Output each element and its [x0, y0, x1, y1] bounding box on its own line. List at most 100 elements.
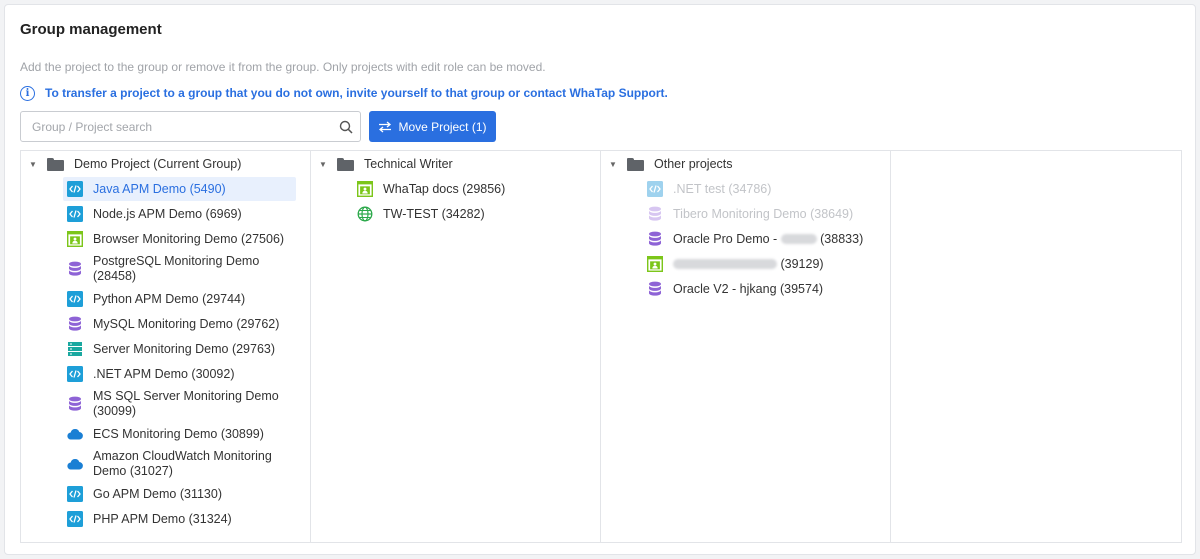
- caret-down-icon[interactable]: ▼: [25, 160, 41, 169]
- project-label: PostgreSQL Monitoring Demo (28458): [93, 254, 292, 284]
- apm-code-icon: [67, 206, 83, 222]
- project-item: Tibero Monitoring Demo (38649): [643, 202, 876, 226]
- info-text: To transfer a project to a group that yo…: [45, 86, 668, 100]
- group-header[interactable]: ▼ Other projects: [601, 151, 890, 177]
- project-name: Go APM Demo (31130): [93, 486, 222, 501]
- project-label: ECS Monitoring Demo (30899): [93, 427, 292, 442]
- project-name: PHP APM Demo (31324): [93, 511, 232, 526]
- project-name: Oracle V2 - hjkang (39574): [673, 281, 824, 296]
- project-label: Oracle V2 - hjkang (39574): [673, 282, 872, 297]
- project-label: MySQL Monitoring Demo (29762): [93, 317, 292, 332]
- project-name: .NET test (34786): [673, 181, 772, 196]
- browser-monitoring-icon: [647, 256, 663, 272]
- apm-code-icon: [67, 366, 83, 382]
- project-name: .NET APM Demo (30092): [93, 366, 235, 381]
- redacted-text: [780, 234, 817, 245]
- project-name: ECS Monitoring Demo (30899): [93, 426, 264, 441]
- project-name: Tibero Monitoring Demo (38649): [673, 206, 854, 221]
- project-name: Oracle Pro Demo -: [673, 231, 781, 246]
- database-icon: [647, 231, 663, 247]
- project-item[interactable]: Oracle Pro Demo - (38833): [643, 227, 876, 251]
- project-label: (39129): [673, 257, 872, 272]
- project-id: (39129): [777, 256, 824, 271]
- caret-down-icon[interactable]: ▼: [605, 160, 621, 169]
- project-item[interactable]: PHP APM Demo (31324): [63, 507, 296, 531]
- group-header[interactable]: ▼ Demo Project (Current Group): [21, 151, 310, 177]
- database-icon: [647, 281, 663, 297]
- server-icon: [67, 341, 83, 357]
- project-label: WhaTap docs (29856): [383, 182, 582, 197]
- info-notice: i To transfer a project to a group that …: [20, 85, 668, 101]
- swap-icon: [379, 121, 392, 132]
- cloud-icon: [67, 426, 83, 442]
- project-name: Java APM Demo (5490): [93, 181, 226, 196]
- globe-icon: [357, 206, 373, 222]
- page-description: Add the project to the group or remove i…: [20, 60, 546, 74]
- project-label: Node.js APM Demo (6969): [93, 207, 292, 222]
- project-item[interactable]: (39129): [643, 252, 876, 276]
- project-label: .NET APM Demo (30092): [93, 367, 292, 382]
- info-icon: i: [20, 85, 35, 101]
- project-item[interactable]: Amazon CloudWatch Monitoring Demo (31027…: [63, 447, 296, 481]
- folder-icon: [627, 157, 644, 171]
- search-icon[interactable]: [332, 120, 360, 134]
- group-column: ▼ Demo Project (Current Group) Java APM De…: [21, 151, 311, 542]
- project-name: Amazon CloudWatch Monitoring Demo (31027…: [93, 449, 272, 478]
- project-label: PHP APM Demo (31324): [93, 512, 292, 527]
- project-item[interactable]: WhaTap docs (29856): [353, 177, 586, 201]
- empty-column: [891, 151, 1181, 542]
- project-item[interactable]: PostgreSQL Monitoring Demo (28458): [63, 252, 296, 286]
- project-item[interactable]: Server Monitoring Demo (29763): [63, 337, 296, 361]
- search-box: [20, 111, 361, 142]
- group-name: Demo Project (Current Group): [74, 157, 242, 171]
- database-icon: [647, 206, 663, 222]
- apm-code-icon: [67, 181, 83, 197]
- group-column: ▼ Other projects .NET test (34786) Tibero M…: [601, 151, 891, 542]
- group-name: Other projects: [654, 157, 733, 171]
- project-item[interactable]: Browser Monitoring Demo (27506): [63, 227, 296, 251]
- apm-code-icon: [67, 291, 83, 307]
- project-item[interactable]: Oracle V2 - hjkang (39574): [643, 277, 876, 301]
- apm-code-icon: [67, 511, 83, 527]
- cloud-icon: [67, 456, 83, 472]
- project-label: .NET test (34786): [673, 182, 872, 197]
- project-name: MS SQL Server Monitoring Demo (30099): [93, 389, 279, 418]
- project-label: Python APM Demo (29744): [93, 292, 292, 307]
- database-icon: [67, 261, 83, 277]
- project-item[interactable]: Java APM Demo (5490): [63, 177, 296, 201]
- project-list: .NET test (34786) Tibero Monitoring Demo …: [601, 177, 890, 301]
- project-item[interactable]: MS SQL Server Monitoring Demo (30099): [63, 387, 296, 421]
- project-label: MS SQL Server Monitoring Demo (30099): [93, 389, 292, 419]
- project-item[interactable]: .NET APM Demo (30092): [63, 362, 296, 386]
- browser-monitoring-icon: [67, 231, 83, 247]
- move-project-label: Move Project (1): [398, 119, 487, 134]
- project-id: (38833): [816, 231, 864, 246]
- group-header[interactable]: ▼ Technical Writer: [311, 151, 600, 177]
- project-item[interactable]: TW-TEST (34282): [353, 202, 586, 226]
- group-column: ▼ Technical Writer WhaTap docs (29856) TW-T…: [311, 151, 601, 542]
- group-name: Technical Writer: [364, 157, 453, 171]
- move-project-button[interactable]: Move Project (1): [369, 111, 496, 142]
- project-label: Server Monitoring Demo (29763): [93, 342, 292, 357]
- caret-down-icon[interactable]: ▼: [315, 160, 331, 169]
- group-management-panel: Group management Add the project to the …: [4, 4, 1196, 555]
- project-name: Python APM Demo (29744): [93, 291, 246, 306]
- project-item[interactable]: Go APM Demo (31130): [63, 482, 296, 506]
- apm-code-icon: [67, 486, 83, 502]
- project-label: Oracle Pro Demo - (38833): [673, 232, 872, 247]
- group-columns: ▼ Demo Project (Current Group) Java APM De…: [20, 150, 1182, 543]
- project-name: MySQL Monitoring Demo (29762): [93, 316, 280, 331]
- project-item[interactable]: Python APM Demo (29744): [63, 287, 296, 311]
- project-name: Browser Monitoring Demo (27506): [93, 231, 285, 246]
- project-item[interactable]: Node.js APM Demo (6969): [63, 202, 296, 226]
- page-title: Group management: [20, 21, 162, 38]
- project-label: Go APM Demo (31130): [93, 487, 292, 502]
- project-label: TW-TEST (34282): [383, 207, 582, 222]
- search-input[interactable]: [21, 112, 332, 141]
- folder-icon: [47, 157, 64, 171]
- project-item[interactable]: MySQL Monitoring Demo (29762): [63, 312, 296, 336]
- project-item[interactable]: ECS Monitoring Demo (30899): [63, 422, 296, 446]
- database-icon: [67, 316, 83, 332]
- browser-monitoring-icon: [357, 181, 373, 197]
- project-name: TW-TEST (34282): [383, 206, 485, 221]
